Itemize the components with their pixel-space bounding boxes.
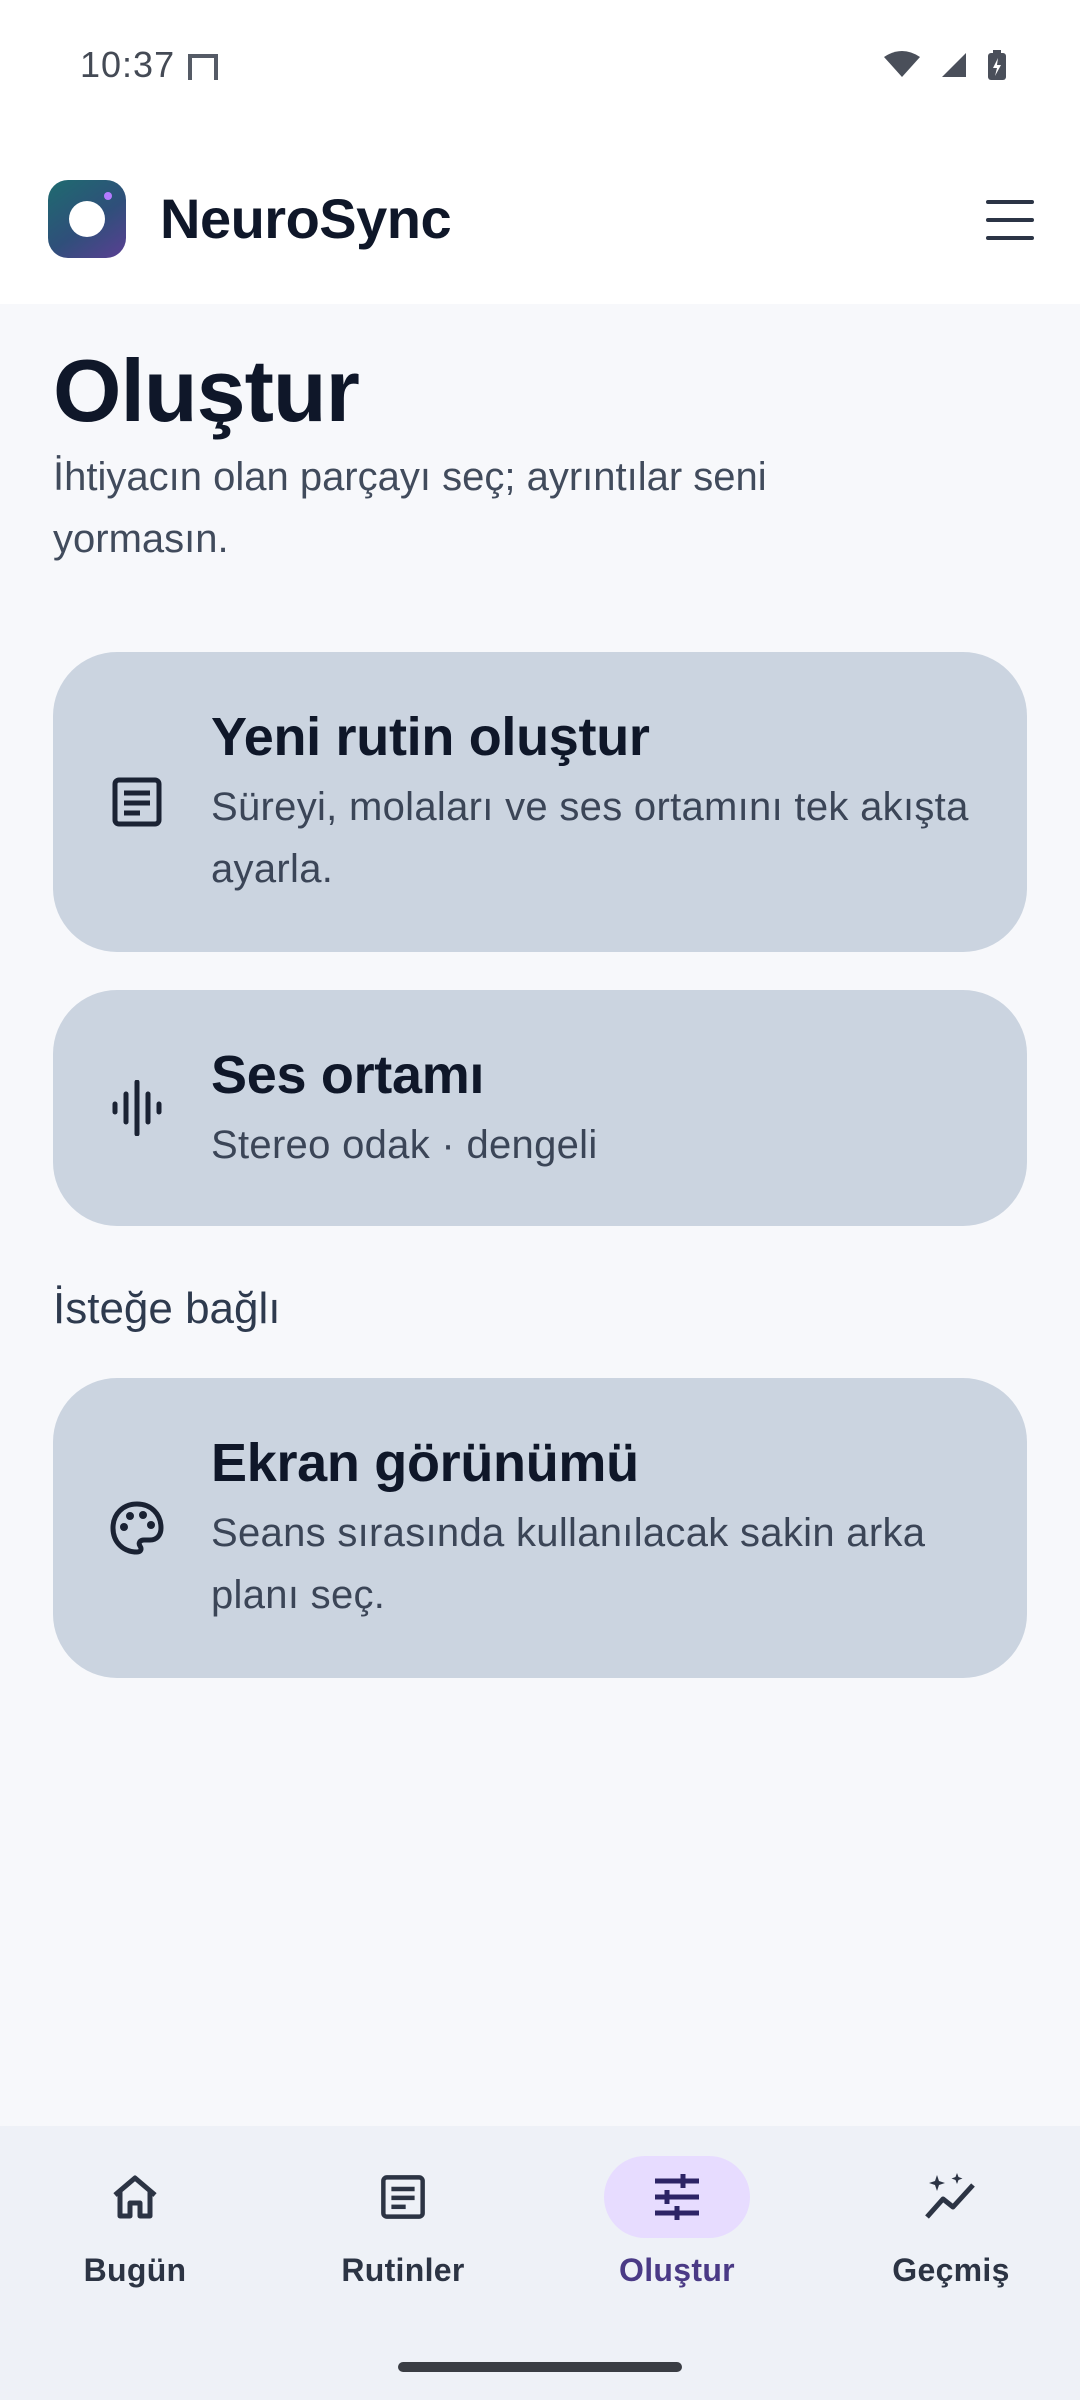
battery-icon [988,50,1006,80]
section-label-optional: İsteğe bağlı [53,1284,281,1333]
app-name: NeuroSync [160,187,452,250]
page-subtitle: İhtiyacın olan parçayı seç; ayrıntılar s… [53,455,767,561]
page-header: Oluştur İhtiyacın olan parçayı seç; ayrı… [53,304,1027,570]
card-title: Ses ortamı [211,1045,485,1105]
card-description: Stereo odak · dengeli [211,1123,598,1167]
status-icons [882,50,1008,80]
screen-record-icon [188,54,218,80]
status-time: 10:37 [80,44,176,85]
page-title: Oluştur [53,341,360,440]
card-title: Ekran görünümü [211,1433,639,1493]
nav-item-bugun[interactable]: Bugün [0,2156,270,2316]
nav-item-gecmis[interactable]: Geçmiş [816,2156,1080,2316]
signal-icon [942,53,966,77]
nav-label: Oluştur [619,2252,735,2288]
nav-label: Rutinler [341,2252,465,2288]
nav-label: Geçmiş [892,2252,1010,2288]
status-bar: 10:37 [0,0,1080,130]
palette-icon [110,1501,164,1555]
menu-icon [986,200,1034,204]
app-header: NeuroSync [0,130,1080,304]
nav-label: Bugün [83,2252,187,2288]
document-icon [381,2175,425,2219]
home-icon [113,2175,157,2219]
app-logo [48,180,126,258]
bottom-navigation: Bugün Rutinler Oluştur Geçmiş [0,2126,1080,2400]
menu-button[interactable] [982,196,1038,244]
card-title: Yeni rutin oluştur [211,707,650,767]
card-description: Seans sırasında kullanılacak sakin arka … [211,1511,926,1617]
sliders-icon [655,2174,699,2220]
document-icon [112,777,162,827]
audio-wave-icon [112,1080,162,1136]
active-indicator-pill [604,2156,750,2238]
new-routine-card[interactable]: Yeni rutin oluştur Süreyi, molaları ve s… [53,652,1027,952]
card-description: Süreyi, molaları ve ses ortamını tek akı… [211,785,969,891]
screen-appearance-card[interactable]: Ekran görünümü Seans sırasında kullanıla… [53,1378,1027,1678]
home-indicator[interactable] [398,2362,682,2372]
sound-environment-card[interactable]: Ses ortamı Stereo odak · dengeli [53,990,1027,1226]
nav-item-rutinler[interactable]: Rutinler [268,2156,538,2316]
wifi-icon [884,51,920,77]
nav-item-olustur[interactable]: Oluştur [542,2156,812,2316]
sparkle-chart-icon [925,2173,975,2219]
